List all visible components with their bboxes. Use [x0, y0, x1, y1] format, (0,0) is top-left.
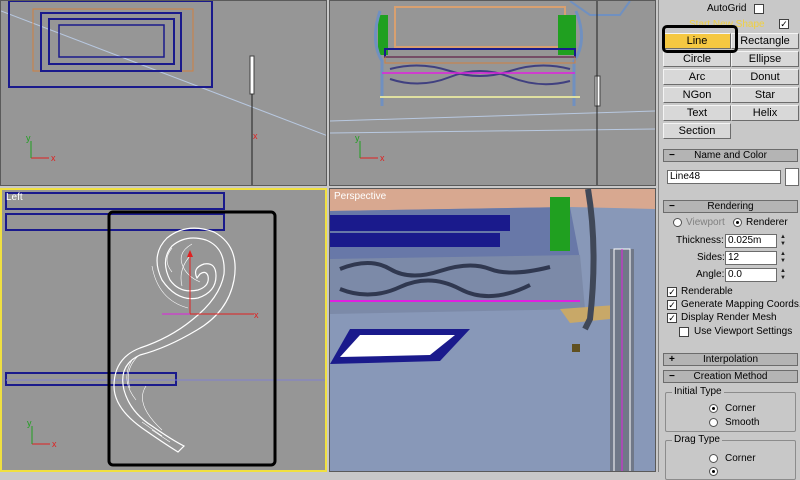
shape-button-ellipse[interactable]: Ellipse — [731, 51, 799, 67]
use-viewport-settings-checkbox[interactable] — [679, 327, 689, 337]
left-highlight-box — [107, 210, 277, 467]
front-axis-x-label: x — [380, 153, 385, 163]
shape-button-text[interactable]: Text — [663, 105, 731, 121]
top-cushion-outline — [58, 24, 165, 58]
angle-label: Angle: — [696, 269, 725, 280]
shape-button-section[interactable]: Section — [663, 123, 731, 139]
rollout-creation-method[interactable]: − Creation Method — [663, 370, 798, 383]
front-ornament — [569, 1, 631, 16]
rollout-name-and-color[interactable]: − Name and Color — [663, 149, 798, 162]
rollout-expand-icon: + — [669, 354, 675, 365]
angle-input[interactable]: 0.0 — [725, 268, 777, 282]
shape-button-circle[interactable]: Circle — [663, 51, 731, 67]
left-pivot-x-label: x — [254, 310, 259, 320]
rollout-collapse-icon: − — [669, 371, 675, 382]
shape-button-donut[interactable]: Donut — [731, 69, 799, 85]
left-viewport-scene: x x y — [5, 192, 325, 467]
drag-type-title: Drag Type — [672, 434, 722, 445]
shape-button-star[interactable]: Star — [731, 87, 799, 103]
rollout-title: Interpolation — [702, 354, 759, 365]
viewport-top[interactable]: x x y — [0, 0, 327, 186]
viewport-radio[interactable] — [673, 218, 682, 227]
sides-spinner-icon[interactable]: ▲ ▼ — [779, 251, 787, 265]
viewport-front[interactable]: x y — [329, 0, 656, 186]
viewport-left[interactable]: x x y Left — [0, 188, 327, 472]
left-seat-beam — [5, 192, 225, 210]
renderable-checkbox[interactable]: ✓ — [667, 287, 677, 297]
front-seat-top — [384, 48, 576, 58]
top-selected-line — [249, 55, 255, 95]
top-axis-y-label: y — [26, 133, 31, 143]
drag-corner-label: Corner — [725, 453, 756, 464]
initial-smooth-label: Smooth — [725, 417, 760, 428]
left-axis-x-label: x — [52, 439, 57, 449]
perspective-seat-beam — [330, 215, 510, 231]
mapping-coords-label: Generate Mapping Coords. — [681, 299, 800, 310]
initial-type-title: Initial Type — [672, 386, 724, 397]
shape-button-helix[interactable]: Helix — [731, 105, 799, 121]
initial-corner-radio[interactable] — [709, 404, 718, 413]
viewport-label-perspective[interactable]: Perspective — [334, 191, 386, 202]
perspective-viewport-scene — [330, 189, 655, 471]
renderable-label: Renderable — [681, 286, 733, 297]
left-seat-beam-2 — [5, 213, 225, 231]
initial-corner-label: Corner — [725, 403, 756, 414]
mapping-coords-checkbox[interactable]: ✓ — [667, 300, 677, 310]
top-axis-x-label: x — [51, 153, 56, 163]
front-axis-y-label: y — [355, 133, 360, 143]
left-spline-mesh — [126, 243, 201, 443]
perspective-foot — [572, 344, 580, 352]
rollout-interpolation[interactable]: + Interpolation — [663, 353, 798, 366]
viewport-perspective[interactable]: Perspective — [329, 188, 656, 472]
use-viewport-settings-label: Use Viewport Settings — [694, 326, 793, 337]
object-color-swatch[interactable] — [785, 168, 799, 186]
perspective-seat-beam-2 — [330, 233, 500, 247]
command-panel: AutoGrid Start New Shape ✓ Line Rectangl… — [658, 0, 800, 480]
rollout-title: Creation Method — [693, 371, 768, 382]
viewport-radio-label: Viewport — [686, 217, 725, 228]
rollout-collapse-icon: − — [669, 201, 675, 212]
sides-label: Sides: — [697, 252, 725, 263]
thickness-label: Thickness: — [676, 235, 724, 246]
sides-input[interactable]: 12 — [725, 251, 777, 265]
front-guide-line — [330, 110, 655, 122]
rollout-collapse-icon: − — [669, 150, 675, 161]
drag-corner-radio[interactable] — [709, 454, 718, 463]
left-axis-y-label: y — [27, 418, 32, 428]
left-pivot-arrow-y — [187, 250, 193, 257]
rollout-title: Name and Color — [694, 150, 767, 161]
renderer-radio-label: Renderer — [746, 217, 788, 228]
top-frame-outline — [40, 12, 182, 72]
viewport-label-left[interactable]: Left — [6, 192, 23, 203]
rollout-title: Rendering — [707, 201, 754, 212]
front-viewport-scene: x y — [330, 1, 655, 185]
shape-button-rectangle[interactable]: Rectangle — [731, 33, 799, 49]
front-backrest — [394, 6, 566, 48]
renderer-radio[interactable] — [733, 218, 742, 227]
thickness-input[interactable]: 0.025m — [725, 234, 777, 248]
initial-smooth-radio[interactable] — [709, 418, 718, 427]
display-render-mesh-checkbox[interactable]: ✓ — [667, 313, 677, 323]
thickness-spinner-icon[interactable]: ▲ ▼ — [779, 234, 787, 248]
shape-button-ngon[interactable]: NGon — [663, 87, 731, 103]
rollout-rendering[interactable]: − Rendering — [663, 200, 798, 213]
shape-button-arc[interactable]: Arc — [663, 69, 731, 85]
angle-spinner-icon[interactable]: ▲ ▼ — [779, 268, 787, 282]
autogrid-checkbox[interactable] — [754, 4, 764, 14]
left-base-beam — [5, 372, 177, 386]
perspective-armrest — [550, 197, 570, 251]
top-axis-x-mark: x — [253, 131, 258, 141]
left-spline-curve — [113, 227, 236, 453]
front-guide-line-2 — [330, 128, 655, 134]
display-render-mesh-label: Display Render Mesh — [681, 312, 777, 323]
start-new-shape-checkbox[interactable]: ✓ — [779, 19, 789, 29]
top-viewport-scene: x x y — [1, 1, 326, 185]
object-name-input[interactable]: Line48 — [667, 170, 781, 184]
line-button-highlight — [662, 25, 738, 53]
autogrid-label: AutoGrid — [707, 3, 747, 14]
